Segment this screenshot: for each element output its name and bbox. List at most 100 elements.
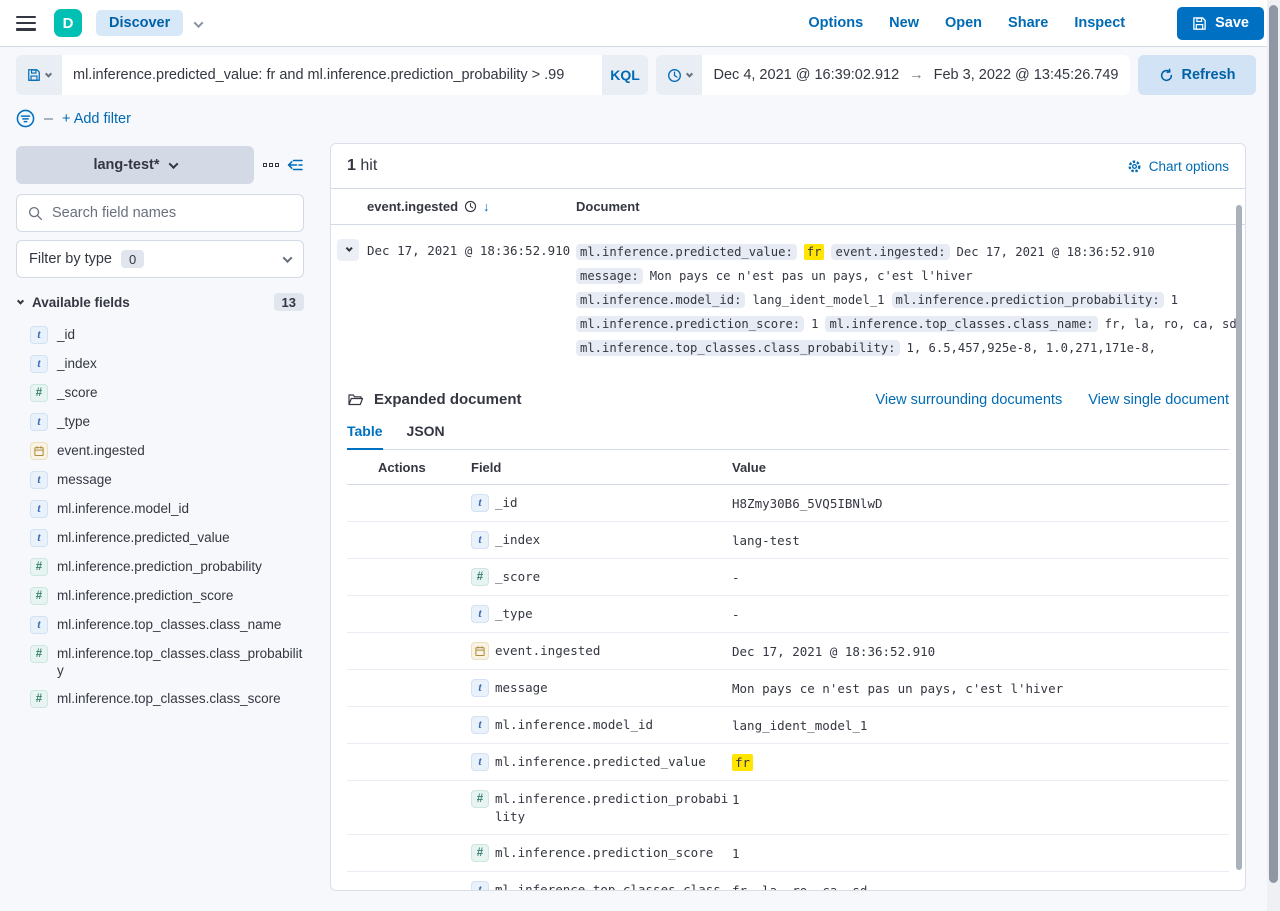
highlighted-value: fr (732, 754, 753, 771)
sidebar-field-item[interactable]: t _type (16, 407, 304, 436)
menu-icon[interactable] (16, 16, 36, 31)
collapse-sidebar-icon[interactable] (286, 157, 304, 173)
field-type-icon: # (30, 690, 48, 708)
results-panel: 1 hit Chart options event.ingested ↓ Doc… (330, 143, 1246, 891)
sidebar-field-item[interactable]: # ml.inference.top_classes.class_probabi… (16, 639, 304, 684)
add-filter-button[interactable]: + Add filter (62, 111, 131, 127)
date-range[interactable]: Dec 4, 2021 @ 16:39:02.912 → Feb 3, 2022… (702, 55, 1130, 95)
row-timestamp: Dec 17, 2021 @ 18:36:52.910 (367, 239, 568, 258)
field-type-icon: t (471, 494, 489, 512)
index-pattern-switcher[interactable]: lang-test* (16, 146, 254, 184)
top-nav-link[interactable]: Inspect (1074, 15, 1125, 31)
summary-value: Dec 17, 2021 @ 18:36:52.910 (957, 245, 1155, 259)
sidebar-field-item[interactable]: # _score (16, 378, 304, 407)
doc-table-body: t _id H8Zmy30B6_5VQ5IBNlwD t _index lang… (347, 485, 1229, 891)
sidebar-field-item[interactable]: t ml.inference.top_classes.class_name (16, 610, 304, 639)
field-type-icon: # (471, 844, 489, 862)
field-type-icon: t (30, 326, 48, 344)
sidebar-field-item[interactable]: t message (16, 465, 304, 494)
field-name: ml.inference.model_id (57, 500, 189, 517)
time-column-header[interactable]: event.ingested ↓ (367, 199, 576, 214)
top-nav-link[interactable]: Share (1008, 15, 1048, 31)
document-summary: ml.inference.predicted_value:frevent.ing… (576, 239, 1236, 360)
actions-column-header: Actions (378, 460, 471, 475)
available-fields-count-badge: 13 (274, 293, 304, 311)
sidebar-field-item[interactable]: event.ingested (16, 436, 304, 465)
sort-desc-icon: ↓ (483, 199, 490, 214)
doc-table-row: # ml.inference.prediction_score 1 (347, 835, 1229, 872)
field-type-icon: # (30, 558, 48, 576)
sidebar-field-item[interactable]: t ml.inference.predicted_value (16, 523, 304, 552)
field-name: ml.inference.top_classes.class_name (57, 616, 281, 633)
row-field-name: _index (495, 531, 732, 549)
row-field-value: fr (732, 753, 1229, 772)
row-field-cell: t ml.inference.model_id (471, 716, 732, 734)
top-nav-link[interactable]: Open (945, 15, 982, 31)
chart-options-button[interactable]: Chart options (1127, 159, 1229, 174)
breadcrumb[interactable]: Discover (96, 10, 183, 36)
summary-value: lang_ident_model_1 (752, 293, 884, 307)
save-button[interactable]: Save (1177, 7, 1264, 40)
row-field-value: - (732, 568, 1229, 587)
sidebar-field-item[interactable]: # ml.inference.top_classes.class_score (16, 684, 304, 713)
expanded-doc-link[interactable]: View surrounding documents (875, 392, 1062, 408)
summary-field-pill: message: (576, 268, 643, 284)
date-to: Feb 3, 2022 @ 13:45:26.749 (934, 67, 1119, 83)
field-name: _type (57, 413, 90, 430)
field-search (16, 194, 304, 232)
summary-line: ml.inference.model_id: lang_ident_model_1… (576, 288, 1236, 312)
time-menu-button[interactable] (656, 55, 702, 95)
available-fields-header[interactable]: Available fields 13 (16, 293, 304, 311)
field-type-icon: t (30, 471, 48, 489)
expanded-doc-tab[interactable]: JSON (407, 423, 445, 449)
page-scrollbar-track (1267, 0, 1280, 911)
row-field-value: lang_ident_model_1 (732, 716, 1229, 735)
summary-value: fr, la, ro, ca, sd (1105, 317, 1237, 331)
field-type-icon: # (30, 384, 48, 402)
field-type-icon (30, 442, 48, 460)
summary-field-pill: ml.inference.model_id: (576, 292, 745, 308)
field-type-icon: # (471, 568, 489, 586)
field-type-icon (471, 642, 489, 660)
field-type-icon: # (471, 790, 489, 808)
refresh-button[interactable]: Refresh (1138, 55, 1256, 95)
query-input[interactable]: ml.inference.predicted_value: fr and ml.… (62, 55, 602, 95)
summary-value: 1 (811, 317, 818, 331)
field-type-icon: t (30, 529, 48, 547)
row-field-name: _id (495, 494, 732, 512)
top-bar: D Discover Options New Open Share Inspect Sa… (0, 0, 1280, 47)
top-nav-link[interactable]: Options (808, 15, 863, 31)
page-scrollbar-thumb[interactable] (1269, 5, 1278, 883)
row-field-value: Dec 17, 2021 @ 18:36:52.910 (732, 642, 1229, 661)
filter-by-type-select[interactable]: Filter by type 0 (16, 240, 304, 278)
top-nav-link[interactable]: New (889, 15, 919, 31)
search-field-names-input[interactable] (52, 205, 292, 221)
row-field-name: _type (495, 605, 732, 623)
panel-scrollbar[interactable] (1236, 205, 1242, 870)
expanded-doc-tab[interactable]: Table (347, 423, 383, 450)
sidebar-field-item[interactable]: t _index (16, 349, 304, 378)
doc-table-row: t message Mon pays ce n'est pas un pays,… (347, 670, 1229, 707)
collapse-row-button[interactable] (337, 239, 359, 261)
filter-options-icon[interactable] (16, 109, 35, 128)
sidebar-field-item[interactable]: t _id (16, 320, 304, 349)
field-type-icon: t (471, 881, 489, 892)
sidebar-field-item[interactable]: # ml.inference.prediction_score (16, 581, 304, 610)
saved-query-menu-button[interactable] (16, 55, 62, 95)
doc-table-row: event.ingested Dec 17, 2021 @ 18:36:52.9… (347, 633, 1229, 670)
chevron-down-icon[interactable] (195, 15, 202, 31)
field-name: ml.inference.predicted_value (57, 529, 230, 546)
expanded-doc-link[interactable]: View single document (1088, 392, 1229, 408)
sidebar-field-item[interactable]: t ml.inference.model_id (16, 494, 304, 523)
doc-table-row: t ml.inference.predicted_value fr (347, 744, 1229, 781)
app-logo: D (54, 9, 82, 37)
table-columns-header: event.ingested ↓ Document (331, 189, 1245, 225)
row-field-value: Mon pays ce n'est pas un pays, c'est l'h… (732, 679, 1229, 698)
sidebar-field-item[interactable]: # ml.inference.prediction_probability (16, 552, 304, 581)
field-settings-icon[interactable] (263, 163, 279, 167)
date-from: Dec 4, 2021 @ 16:39:02.912 (714, 67, 900, 83)
folder-open-icon (347, 392, 364, 408)
expanded-document-section: Expanded document View surrounding docum… (347, 391, 1229, 891)
document-column-header: Document (576, 199, 640, 214)
query-language-button[interactable]: KQL (602, 55, 648, 95)
